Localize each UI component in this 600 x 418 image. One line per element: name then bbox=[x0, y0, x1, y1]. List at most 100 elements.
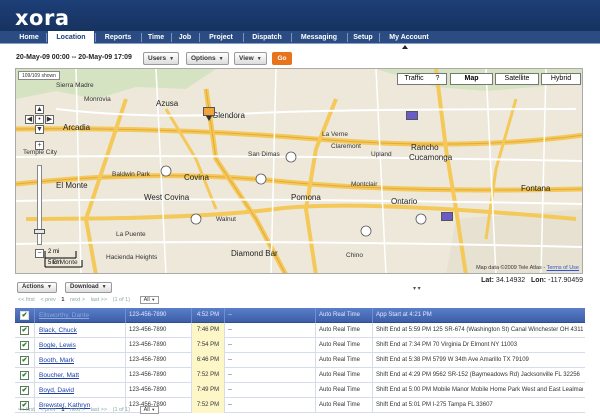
row-checkbox[interactable]: ✔ bbox=[20, 386, 29, 395]
mode-cell: Auto Real Time bbox=[319, 342, 361, 348]
row-checkbox[interactable]: ✔ bbox=[20, 326, 29, 335]
place-label: La Puente bbox=[116, 231, 146, 238]
pager-first-link[interactable]: << first bbox=[18, 296, 35, 305]
pan-left-icon[interactable]: ◀ bbox=[25, 115, 34, 124]
place-label: Monrovia bbox=[84, 96, 111, 103]
download-label: Download bbox=[70, 284, 99, 290]
pager-prev-link[interactable]: < prev bbox=[40, 296, 55, 305]
nav-time[interactable]: Time bbox=[143, 31, 169, 44]
pager-first-link[interactable]: << first bbox=[18, 406, 35, 415]
options-button[interactable]: Options ▼ bbox=[186, 52, 229, 65]
table-row[interactable]: ✔ Bogle, Lewis 123-456-7890 7:54 PM -- A… bbox=[15, 338, 585, 353]
help-icon: ? bbox=[435, 75, 440, 82]
dash-cell: -- bbox=[228, 342, 232, 348]
place-label: Claremont bbox=[331, 143, 361, 150]
traffic-button[interactable]: Traffic ? bbox=[397, 73, 447, 85]
table-row[interactable]: ✔ Black, Chuck 123-456-7890 7:46 PM -- A… bbox=[15, 323, 585, 338]
place-label: San Dimas bbox=[248, 151, 280, 158]
chevron-down-icon: ▼ bbox=[151, 297, 156, 302]
lon-label: Lon: bbox=[530, 277, 547, 284]
map-view[interactable]: 109/109 shown Traffic ? Map Satellite Hy… bbox=[15, 68, 583, 274]
place-label: Cucamonga bbox=[409, 153, 453, 162]
page-size-value: All bbox=[143, 407, 150, 413]
pan-down-icon[interactable]: ▼ bbox=[35, 125, 44, 134]
user-location-marker[interactable] bbox=[203, 107, 215, 116]
user-name-link[interactable]: Black, Chuck bbox=[39, 327, 77, 334]
terms-of-use-link[interactable]: Terms of Use bbox=[547, 265, 579, 271]
users-button-label: Users bbox=[148, 55, 167, 62]
place-label: Walnut bbox=[216, 216, 236, 223]
page-size-select[interactable]: All ▼ bbox=[139, 296, 160, 304]
time-cell: 7:49 PM bbox=[192, 383, 224, 398]
nav-messaging[interactable]: Messaging bbox=[293, 31, 345, 44]
pager-last-link[interactable]: last >> bbox=[91, 406, 108, 415]
map-type-map[interactable]: Map bbox=[450, 73, 493, 85]
copyright-text: Map data ©2009 Tele Atlas - bbox=[476, 265, 546, 271]
marker-pin-icon bbox=[206, 116, 212, 121]
pager-last-link[interactable]: last >> bbox=[91, 296, 108, 305]
actions-button[interactable]: Actions ▼ bbox=[17, 282, 57, 293]
go-button[interactable]: Go bbox=[272, 52, 292, 65]
dash-cell: -- bbox=[228, 357, 232, 363]
nav-setup[interactable]: Setup bbox=[349, 31, 377, 44]
pager-next-link[interactable]: next > bbox=[70, 296, 85, 305]
user-name-link[interactable]: Bogle, Lewis bbox=[39, 342, 76, 349]
traffic-label: Traffic bbox=[404, 75, 424, 82]
pan-right-icon[interactable]: ▶ bbox=[45, 115, 54, 124]
row-checkbox[interactable]: ✔ bbox=[20, 341, 29, 350]
nav-my-account[interactable]: My Account bbox=[381, 31, 437, 44]
dash-cell: -- bbox=[228, 327, 232, 333]
zoom-slider-handle[interactable] bbox=[34, 229, 45, 234]
row-checkbox[interactable]: ✔ bbox=[20, 356, 29, 365]
place-label: Chino bbox=[346, 252, 363, 259]
scale-mi-label: 2 mi bbox=[48, 249, 60, 255]
zoom-out-icon[interactable]: − bbox=[35, 249, 44, 258]
main-nav: Home Location Reports Time Job Project D… bbox=[0, 31, 600, 44]
row-checkbox[interactable]: ✔ bbox=[20, 311, 29, 320]
table-row[interactable]: ✔ Ellsworthy, Dante 123-456-7890 4:52 PM… bbox=[15, 308, 585, 323]
nav-reports[interactable]: Reports bbox=[97, 31, 139, 44]
nav-job[interactable]: Job bbox=[173, 31, 197, 44]
pager-next-link[interactable]: next > bbox=[70, 406, 85, 415]
xora-logo: xora bbox=[15, 6, 70, 30]
place-label: Pomona bbox=[291, 193, 321, 202]
user-name-link[interactable]: Boucher, Matt bbox=[39, 372, 79, 379]
place-label: Sierra Madre bbox=[56, 82, 94, 89]
nav-location[interactable]: Location bbox=[48, 31, 94, 44]
time-cell: 4:52 PM bbox=[196, 312, 220, 318]
pan-center-icon[interactable]: • bbox=[35, 115, 44, 124]
lat-label: Lat: bbox=[481, 277, 494, 284]
status-cell: Shift End at 5:59 PM 125 SR-674 (Washing… bbox=[376, 327, 583, 333]
pan-up-icon[interactable]: ▲ bbox=[35, 105, 44, 114]
place-label: Azusa bbox=[156, 99, 179, 108]
view-button[interactable]: View ▼ bbox=[234, 52, 267, 65]
table-row[interactable]: ✔ Boyd, David 123-456-7890 7:49 PM -- Au… bbox=[15, 383, 585, 398]
nav-dispatch[interactable]: Dispatch bbox=[245, 31, 289, 44]
mode-cell: Auto Real Time bbox=[319, 402, 361, 408]
map-type-satellite[interactable]: Satellite bbox=[495, 73, 539, 85]
user-name-link[interactable]: Booth, Mark bbox=[39, 357, 74, 364]
dash-cell: -- bbox=[228, 402, 232, 408]
nav-project[interactable]: Project bbox=[201, 31, 241, 44]
status-cell: App Start at 4:21 PM bbox=[376, 312, 432, 318]
phone-cell: 123-456-7890 bbox=[129, 312, 167, 318]
nav-home[interactable]: Home bbox=[14, 31, 44, 44]
phone-cell: 123-456-7890 bbox=[129, 387, 167, 393]
users-button[interactable]: Users ▼ bbox=[143, 52, 180, 65]
row-checkbox[interactable]: ✔ bbox=[20, 371, 29, 380]
table-row[interactable]: ✔ Boucher, Matt 123-456-7890 7:52 PM -- … bbox=[15, 368, 585, 383]
table-row[interactable]: ✔ Booth, Mark 123-456-7890 6:46 PM -- Au… bbox=[15, 353, 585, 368]
user-name-link[interactable]: Ellsworthy, Dante bbox=[39, 312, 89, 319]
map-copyright: Map data ©2009 Tele Atlas - Terms of Use bbox=[476, 265, 579, 271]
collapse-handle-icon[interactable]: ▾ ▾ bbox=[413, 285, 421, 292]
mode-cell: Auto Real Time bbox=[319, 357, 361, 363]
user-name-link[interactable]: Boyd, David bbox=[39, 387, 74, 394]
phone-cell: 123-456-7890 bbox=[129, 327, 167, 333]
user-location-marker[interactable] bbox=[406, 111, 418, 120]
map-type-hybrid[interactable]: Hybrid bbox=[541, 73, 581, 85]
pager-prev-link[interactable]: < prev bbox=[40, 406, 55, 415]
user-location-marker[interactable] bbox=[441, 212, 453, 221]
download-button[interactable]: Download ▼ bbox=[65, 282, 112, 293]
page-size-select[interactable]: All ▼ bbox=[139, 406, 160, 414]
time-cell: 7:54 PM bbox=[192, 338, 224, 353]
